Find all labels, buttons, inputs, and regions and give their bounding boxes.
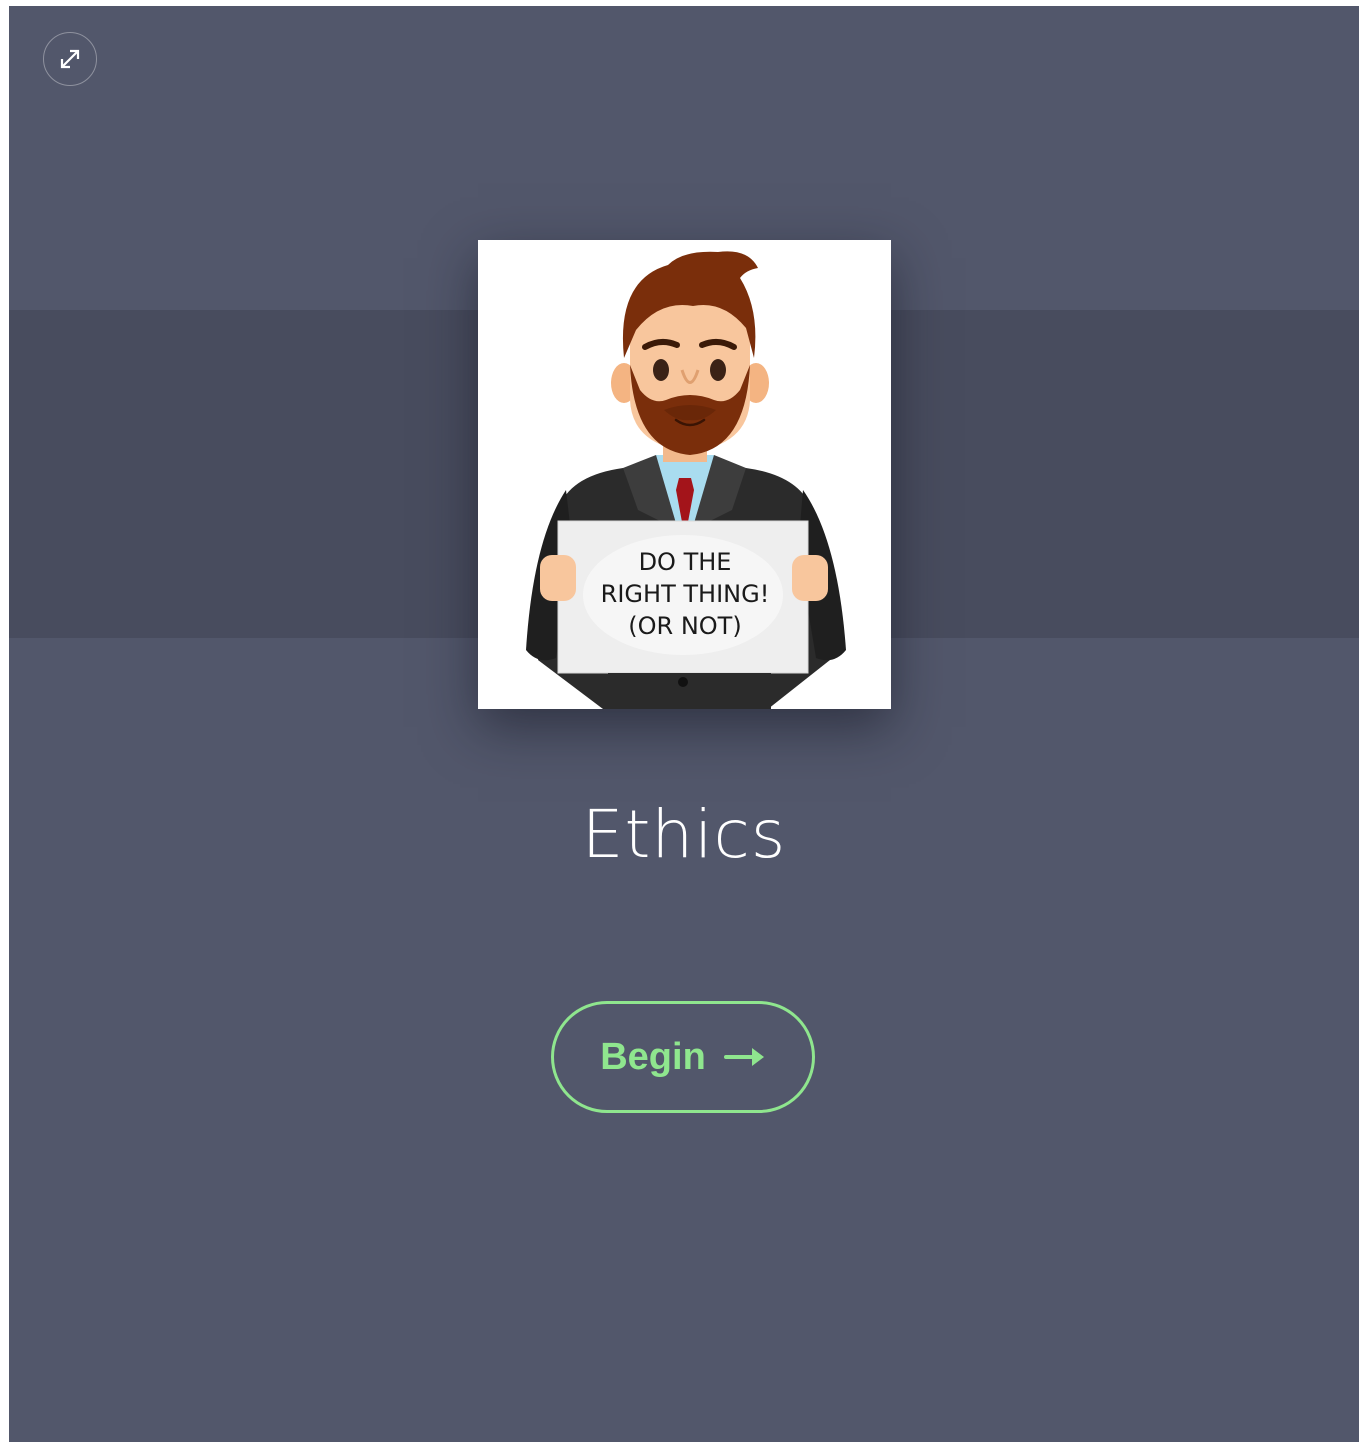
expand-arrows-icon <box>60 49 80 69</box>
arrow-right-icon <box>723 1048 764 1066</box>
sign-line-1: DO THE <box>639 548 732 576</box>
sign-line-3: (OR NOT) <box>628 612 741 640</box>
begin-label: Begin <box>600 1035 706 1078</box>
cover-illustration: DO THE RIGHT THING! (OR NOT) <box>478 240 891 709</box>
sign-line-2: RIGHT THING! <box>601 580 770 608</box>
fullscreen-button[interactable] <box>43 32 97 86</box>
lesson-title: Ethics <box>581 796 787 873</box>
lesson-cover-screen: DO THE RIGHT THING! (OR NOT) Ethics Begi… <box>9 6 1359 1442</box>
begin-button[interactable]: Begin <box>551 1001 815 1113</box>
